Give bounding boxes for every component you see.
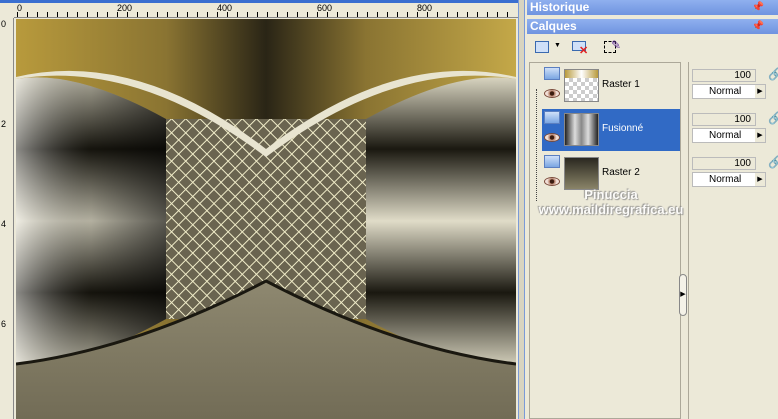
- eye-icon[interactable]: [544, 89, 560, 98]
- layer-thumbnail: [564, 69, 599, 102]
- opacity-slider[interactable]: 100: [692, 69, 756, 82]
- ruler-label: 0: [1, 19, 7, 29]
- eye-icon[interactable]: [544, 177, 560, 186]
- ruler-label: 2: [1, 119, 7, 129]
- link-icon[interactable]: 🔗: [768, 111, 778, 125]
- layer-name: Fusionné: [602, 123, 644, 134]
- layer-props-row: 100 Normal ▶ 🔗: [692, 108, 778, 150]
- layers-toolbar: ▼ ✕ ✎: [527, 36, 778, 60]
- dropdown-arrow-icon: ▶: [755, 173, 765, 186]
- layer-props-row: 100 Normal ▶ 🔗: [692, 152, 778, 194]
- image-canvas[interactable]: [16, 19, 516, 419]
- layer-icon: [544, 155, 560, 168]
- layers-title: Calques: [530, 19, 577, 33]
- opacity-slider[interactable]: 100: [692, 157, 756, 170]
- layers-panel-header[interactable]: Calques 📌: [527, 19, 778, 34]
- panel-collapse-handle[interactable]: ▶: [679, 274, 687, 316]
- layer-props-row: 100 Normal ▶ 🔗: [692, 64, 778, 106]
- group-connector: [536, 89, 537, 201]
- layer-properties: 100 Normal ▶ 🔗 100 Normal ▶ 🔗 100 Normal ▶ …: [688, 62, 778, 419]
- delete-layer-icon[interactable]: ✕: [569, 38, 591, 58]
- layer-fusionne[interactable]: Fusionné: [542, 109, 680, 151]
- dropdown-arrow-icon: ▶: [755, 85, 765, 98]
- layer-raster-1[interactable]: Raster 1: [542, 65, 680, 107]
- blend-mode-select[interactable]: Normal ▶: [692, 172, 766, 187]
- link-icon[interactable]: 🔗: [768, 67, 778, 81]
- layer-thumbnail: [564, 113, 599, 146]
- layer-name: Raster 1: [602, 79, 640, 90]
- layer-name: Raster 2: [602, 167, 640, 178]
- horizontal-ruler: 0 200 400 600 800: [14, 3, 518, 18]
- new-layer-icon[interactable]: ▼: [532, 38, 561, 58]
- blend-mode-select[interactable]: Normal ▶: [692, 84, 766, 99]
- layer-icon: [544, 67, 560, 80]
- layers-list: Raster 1 Fusionné Raster 2: [529, 62, 681, 419]
- opacity-slider[interactable]: 100: [692, 113, 756, 126]
- ruler-label: 4: [1, 219, 7, 229]
- blend-mode-select[interactable]: Normal ▶: [692, 128, 766, 143]
- dropdown-arrow-icon: ▶: [755, 129, 765, 142]
- panel-splitter[interactable]: [518, 0, 525, 419]
- eye-icon[interactable]: [544, 133, 560, 142]
- watermark: Pinuccia www.maildiregrafica.eu: [538, 187, 684, 217]
- ruler-label: 6: [1, 319, 7, 329]
- pin-icon[interactable]: 📌: [752, 0, 764, 15]
- layer-thumbnail: [564, 157, 599, 190]
- pin-icon[interactable]: 📌: [752, 19, 764, 34]
- history-title: Historique: [530, 0, 590, 14]
- history-panel-header[interactable]: Historique 📌: [527, 0, 778, 15]
- layer-icon: [544, 111, 560, 124]
- artwork: [16, 19, 516, 419]
- link-icon[interactable]: 🔗: [768, 155, 778, 169]
- vertical-ruler: 0 2 4 6: [0, 18, 14, 419]
- edit-selection-icon[interactable]: ✎: [601, 38, 623, 58]
